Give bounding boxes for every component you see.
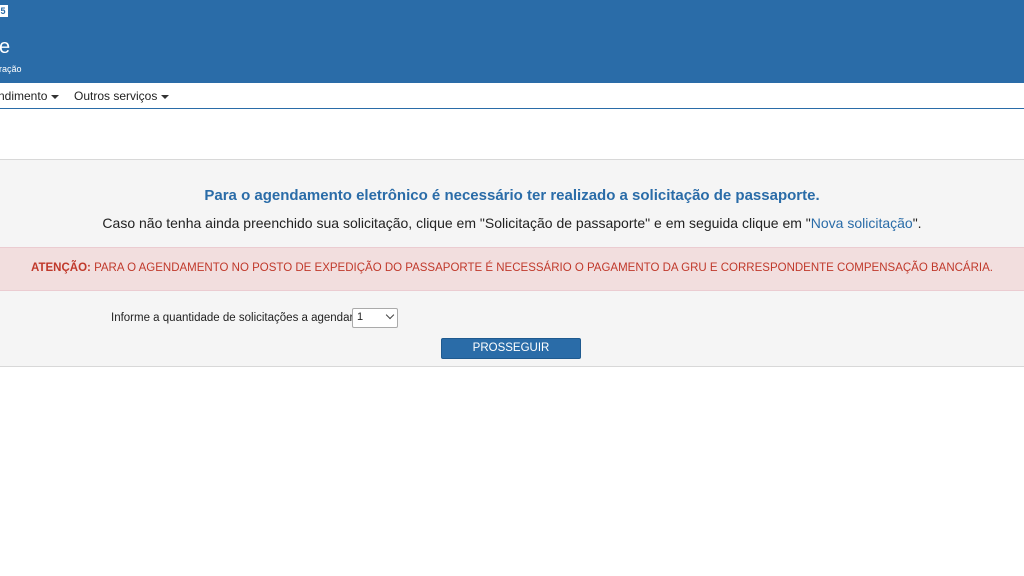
- header-title: e: [0, 36, 11, 58]
- nav-item-outros-servicos[interactable]: Outros serviços: [74, 89, 170, 103]
- scheduling-panel: Para o agendamento eletrônico é necessár…: [0, 159, 1024, 367]
- alert-text: ATENÇÃO: PARA O AGENDAMENTO NO POSTO DE …: [0, 262, 1024, 274]
- info-text-before: Caso não tenha ainda preenchido sua soli…: [102, 215, 811, 231]
- caret-down-icon: [161, 94, 170, 99]
- nav-item-label: Outros serviços: [74, 89, 158, 103]
- quantity-value: 1: [357, 311, 364, 323]
- alert-message: PARA O AGENDAMENTO NO POSTO DE EXPEDIÇÃO…: [90, 262, 993, 274]
- nav-item-agendamento[interactable]: ndimento: [0, 89, 60, 103]
- nav-item-label: ndimento: [0, 89, 48, 103]
- quantity-label: Informe a quantidade de solicitações a a…: [111, 312, 357, 324]
- site-header: 5 e ração: [0, 0, 1024, 83]
- chevron-down-icon: [385, 310, 395, 320]
- proceed-button[interactable]: PROSSEGUIR: [441, 338, 581, 359]
- quantity-select[interactable]: 1: [352, 308, 398, 328]
- info-text: Caso não tenha ainda preenchido sua soli…: [0, 215, 1024, 231]
- caret-down-icon: [51, 94, 60, 99]
- header-subtitle: ração: [0, 64, 22, 74]
- nova-solicitacao-link[interactable]: Nova solicitação: [811, 215, 913, 231]
- info-text-after: ".: [912, 215, 922, 231]
- attention-alert: ATENÇÃO: PARA O AGENDAMENTO NO POSTO DE …: [0, 247, 1024, 291]
- alert-label: ATENÇÃO:: [31, 262, 91, 274]
- header-badge: 5: [0, 5, 8, 17]
- info-heading: Para o agendamento eletrônico é necessár…: [204, 187, 820, 204]
- nav-bar: ndimento Outros serviços: [0, 83, 1024, 109]
